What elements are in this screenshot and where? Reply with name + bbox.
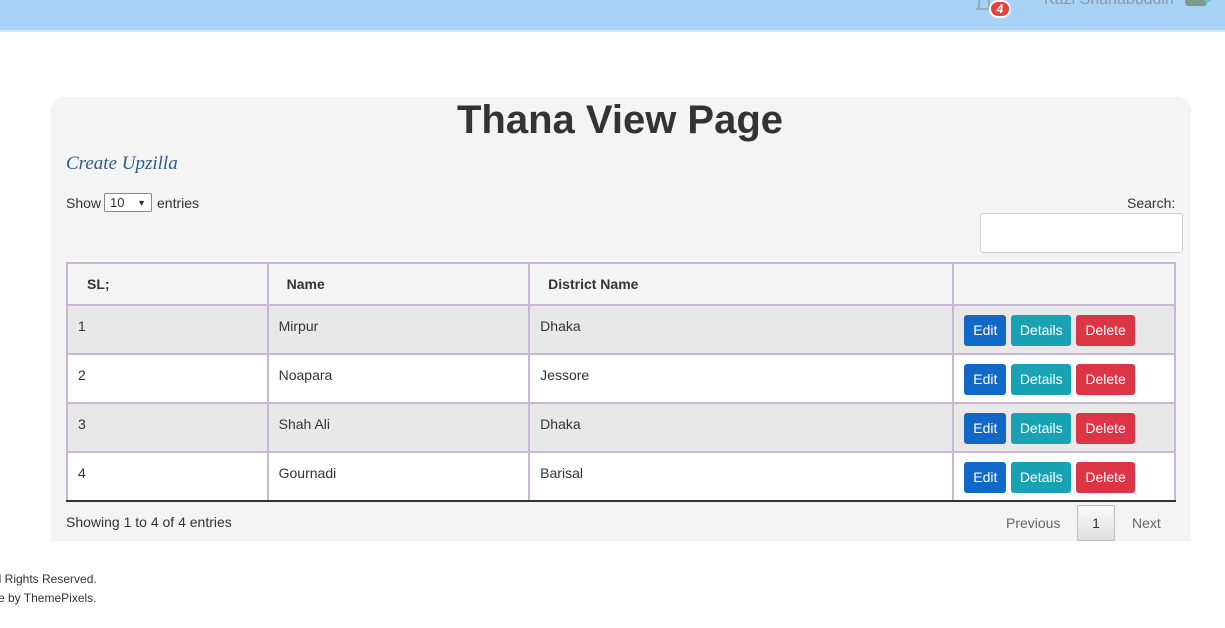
avatar-icon[interactable] xyxy=(1185,0,1207,6)
delete-button[interactable]: Delete xyxy=(1076,462,1136,493)
cell-sl: 1 xyxy=(66,304,269,355)
notification-badge[interactable]: 4 xyxy=(989,0,1011,18)
cell-name: Noapara xyxy=(266,353,531,404)
next-page-button[interactable]: Next xyxy=(1132,515,1161,531)
caret-down-icon: ▼ xyxy=(137,198,146,208)
table-info: Showing 1 to 4 of 4 entries xyxy=(66,514,232,530)
cell-actions: Edit Details Delete xyxy=(952,304,1176,355)
page-length-value: 10 xyxy=(110,195,125,210)
footer-credit: e by ThemePixels. xyxy=(0,591,97,605)
page-title: Thana View Page xyxy=(456,98,784,142)
details-button[interactable]: Details xyxy=(1011,364,1072,395)
cell-name: Gournadi xyxy=(266,451,531,502)
cell-district: Barisal xyxy=(528,451,955,502)
edit-button[interactable]: Edit xyxy=(964,315,1007,346)
cell-district: Jessore xyxy=(528,353,955,404)
cell-district: Dhaka xyxy=(528,402,955,453)
column-header-name[interactable]: Name xyxy=(266,262,531,306)
table-row: 2 Noapara Jessore Edit Details Delete xyxy=(66,353,1176,404)
details-button[interactable]: Details xyxy=(1011,315,1072,346)
footer-copyright: ll Rights Reserved. xyxy=(0,572,97,586)
page-1-button[interactable]: 1 xyxy=(1077,505,1115,541)
cell-name: Mirpur xyxy=(266,304,531,355)
table-row: 4 Gournadi Barisal Edit Details Delete xyxy=(66,451,1176,502)
cell-actions: Edit Details Delete xyxy=(952,402,1176,453)
entries-label: entries xyxy=(157,195,200,211)
edit-button[interactable]: Edit xyxy=(964,413,1007,444)
create-upzilla-link[interactable]: Create Upzilla xyxy=(66,153,178,175)
table-row: 1 Mirpur Dhaka Edit Details Delete xyxy=(66,304,1176,355)
cell-sl: 2 xyxy=(66,353,269,404)
top-navbar: 4 Kazi Shahabuddin xyxy=(0,0,1225,32)
cell-district: Dhaka xyxy=(528,304,955,355)
cell-sl: 3 xyxy=(66,402,269,453)
user-name[interactable]: Kazi Shahabuddin xyxy=(1044,0,1174,9)
cell-actions: Edit Details Delete xyxy=(952,353,1176,404)
search-label: Search: xyxy=(1127,195,1176,211)
cell-name: Shah Ali xyxy=(266,402,531,453)
cell-sl: 4 xyxy=(66,451,269,502)
column-header-district[interactable]: District Name xyxy=(528,262,955,306)
edit-button[interactable]: Edit xyxy=(964,462,1007,493)
cell-actions: Edit Details Delete xyxy=(952,451,1176,502)
search-input[interactable] xyxy=(980,213,1183,253)
details-button[interactable]: Details xyxy=(1011,413,1072,444)
table-header-row: SL; Name District Name xyxy=(66,262,1176,306)
page-length-select[interactable]: 10 ▼ xyxy=(104,193,152,212)
table-row: 3 Shah Ali Dhaka Edit Details Delete xyxy=(66,402,1176,453)
column-header-sl[interactable]: SL; xyxy=(66,262,269,306)
edit-button[interactable]: Edit xyxy=(964,364,1007,395)
details-button[interactable]: Details xyxy=(1011,462,1072,493)
delete-button[interactable]: Delete xyxy=(1076,413,1136,444)
thana-table: SL; Name District Name 1 Mirpur Dhaka Ed… xyxy=(66,262,1176,502)
delete-button[interactable]: Delete xyxy=(1076,315,1136,346)
delete-button[interactable]: Delete xyxy=(1076,364,1136,395)
show-label: Show xyxy=(66,195,102,211)
column-header-actions xyxy=(952,262,1176,306)
chevron-right-icon xyxy=(1205,0,1213,4)
previous-page-button[interactable]: Previous xyxy=(1006,515,1060,531)
